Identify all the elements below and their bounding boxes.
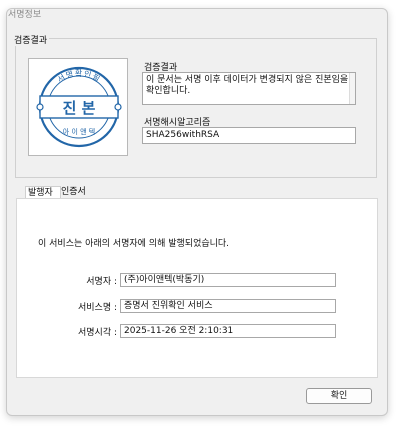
seal-image-box: 서명확인필 진 본 아 이 앤 텍	[28, 58, 128, 156]
hash-algorithm-field[interactable]: SHA256withRSA	[142, 127, 356, 144]
ok-button[interactable]: 확인	[306, 388, 372, 404]
service-label: 서비스명 :	[77, 303, 117, 313]
result-textbox[interactable]: 이 문서는 서명 이후 데이터가 변경되지 않은 진본임을 확인합니다.	[142, 72, 356, 105]
time-value: 2025-11-26 오전 2:10:31	[124, 326, 234, 336]
seal-center-text: 진 본	[63, 99, 96, 117]
hash-algorithm-value: SHA256withRSA	[146, 130, 220, 140]
authentic-seal-icon: 서명확인필 진 본 아 이 앤 텍	[36, 66, 122, 148]
time-field[interactable]: 2025-11-26 오전 2:10:31	[120, 324, 336, 338]
time-label: 서명시각 :	[77, 328, 117, 338]
service-value: 증명서 진위확인 서비스	[124, 301, 213, 311]
result-scrollbar[interactable]	[349, 73, 355, 104]
result-text: 이 문서는 서명 이후 데이터가 변경되지 않은 진본임을 확인합니다.	[146, 75, 349, 96]
signer-field[interactable]: (주)아이앤텍(박동기)	[120, 273, 336, 287]
seal-bottom-text: 아 이 앤 텍	[63, 127, 95, 136]
issuer-message: 이 서비스는 아래의 서명자에 의해 발행되었습니다.	[38, 239, 230, 249]
issuer-panel	[16, 198, 378, 378]
service-field[interactable]: 증명서 진위확인 서비스	[120, 299, 336, 313]
signer-label: 서명자 :	[86, 277, 117, 287]
signer-value: (주)아이앤텍(박동기)	[124, 275, 205, 285]
window-title: 서명정보	[8, 10, 42, 20]
verification-group-title: 검증결과	[12, 33, 50, 46]
